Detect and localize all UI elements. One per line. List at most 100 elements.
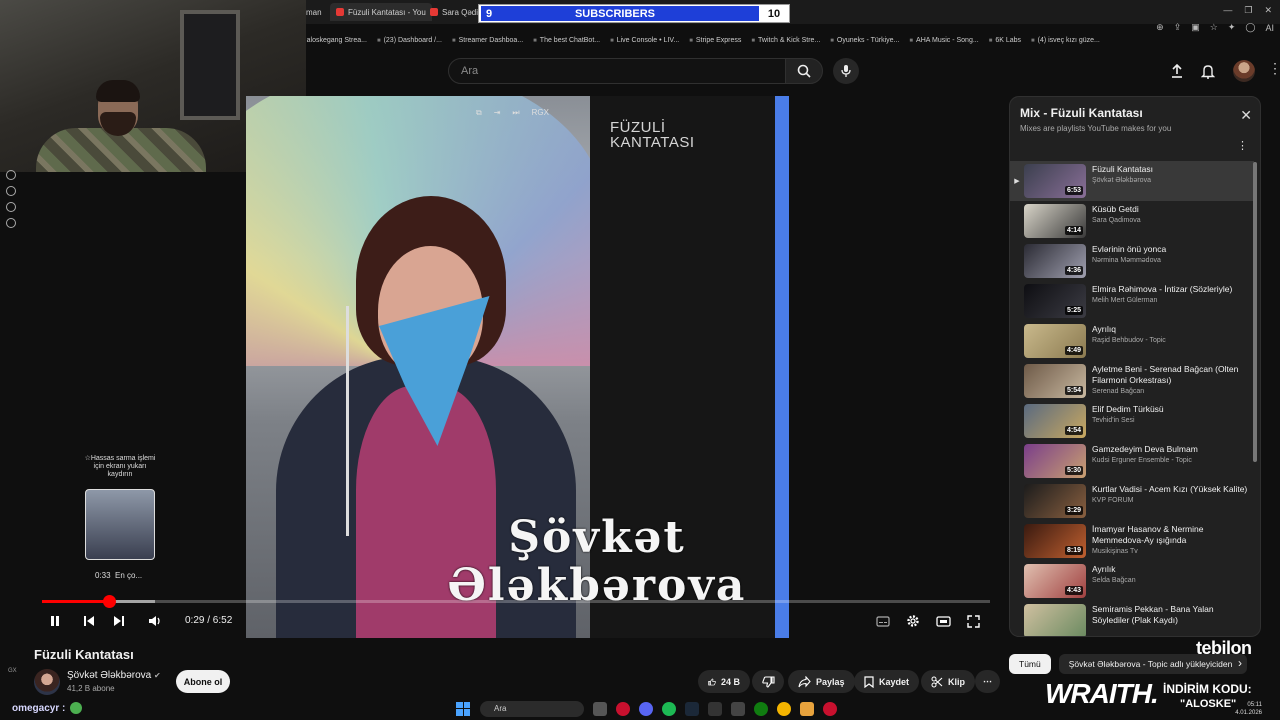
like-button[interactable]: 24 B [698,670,750,693]
playlist-menu-icon[interactable]: ⋮ [1237,139,1248,152]
zoom-icon[interactable]: ⊕ [1156,22,1164,33]
playlist-item[interactable]: 5:54 Ayletme Beni - Serenad Bağcan (Olten… [1010,361,1254,401]
task-view-icon[interactable] [593,701,607,716]
discord-icon[interactable] [639,701,653,716]
video-player[interactable]: FÜZULİ KANTATASI Şövkət Ələkbərova ⧉ ⇥ ⏭… [246,96,789,638]
opera-gx-icon[interactable] [616,701,630,716]
playlist-item[interactable]: 5:30 Gamzedeyim Deva Bulmam Kudsi Erguner … [1010,441,1254,481]
scrubber-handle[interactable] [103,595,116,608]
windows-start-icon[interactable] [456,701,470,716]
playlist-item[interactable]: 3:29 Kurtlar Vadisi - Acem Kızı (Yüksek K… [1010,481,1254,521]
bookmark-item[interactable]: 6K Labs [989,37,1021,51]
clip-button[interactable]: Klip [921,670,975,693]
upload-button[interactable] [1168,62,1186,80]
exit-icon[interactable]: ⇥ [494,108,501,118]
minimize-icon[interactable]: — [1223,5,1232,16]
subtitles-button[interactable] [873,612,893,630]
extensions-row: ⊕ ⇪ ▣ ☆ ✦ ◯ AI [1156,22,1274,33]
playlist-item[interactable]: 4:14 Küsüb Getdi Sara Qadimova [1010,201,1254,241]
voice-search-button[interactable] [833,58,859,84]
playlist-item[interactable]: Semiramis Pekkan - Bana Yalan Söylediler… [1010,601,1254,636]
playlist-item[interactable]: 4:49 Ayrılıq Raşid Behbudov - Topic [1010,321,1254,361]
bookmark-item[interactable]: (4) isveç kızı güze... [1031,37,1100,51]
pip-icon[interactable]: ⧉ [476,108,482,118]
volume-button[interactable] [145,612,165,630]
search-button[interactable] [785,58,823,84]
taskbar-search[interactable]: Ara [480,700,584,717]
bookmark-item[interactable]: The best ChatBot... [533,37,600,51]
dislike-button[interactable] [752,670,784,693]
playlist-title: Mix - Füzuli Kantatası [1020,106,1143,120]
save-label: Kaydet [879,676,910,687]
browser-tab-active[interactable]: Füzuli Kantatası - You [330,3,432,21]
restore-icon[interactable]: ❐ [1244,5,1252,16]
screenshot-icon[interactable]: ▣ [1191,22,1200,33]
next-button[interactable] [109,612,129,630]
spotify-icon[interactable] [662,701,676,716]
playlist-item[interactable]: ▶ 6:53 Füzuli Kantatası Şövkət Ələkbərova [1010,161,1254,201]
previous-button[interactable] [79,612,99,630]
account-avatar[interactable] [1233,60,1255,82]
close-icon[interactable]: ✕ [1240,107,1252,124]
bookmark-item[interactable]: Streamer Dashboa... [452,37,524,51]
settings-icon[interactable] [6,218,16,228]
playlist-thumbnail: 6:53 [1024,164,1086,198]
search-input[interactable]: Ara [448,58,786,84]
playlist-scrollbar[interactable] [1253,162,1257,462]
bookmark-item[interactable]: (23) Dashboard /... [377,37,442,51]
subscribe-button[interactable]: Abone ol [176,670,230,693]
gx-label: GX [8,668,17,674]
app-icon[interactable] [731,701,745,716]
bookmark-item[interactable]: Twitch & Kick Stre... [751,37,820,51]
settings-button[interactable] [903,612,923,630]
bookmark-star-icon[interactable]: ☆ [1210,22,1218,33]
bookmark-item[interactable]: Live Console • LIV... [610,37,680,51]
theater-mode-button[interactable] [933,612,953,630]
chrome-icon[interactable] [777,701,791,716]
chat-icon[interactable]: ◯ [1245,22,1255,33]
bookmark-item[interactable]: AHA Music - Song... [909,37,979,51]
seek-preview-thumbnail [85,489,155,560]
skip-icon[interactable]: ⏭ [512,108,519,118]
share-icon[interactable]: ⇪ [1174,22,1182,33]
channel-name[interactable]: Şövkət Ələkbərova ✔ [67,670,161,681]
pause-button[interactable] [45,612,65,630]
duration-badge: 4:49 [1064,346,1083,355]
progress-bar[interactable] [42,595,990,608]
playlist-item[interactable]: 8:19 İmamyar Hasanov & Nermine Memmedova-… [1010,521,1254,561]
steam-icon[interactable] [685,701,699,716]
extensions-icon[interactable]: ✦ [1228,22,1236,33]
playlist-item[interactable]: 5:25 Elmira Rəhimova - İntizar (Sözleriyl… [1010,281,1254,321]
rgx-label[interactable]: RGX [532,108,549,118]
fullscreen-button[interactable] [963,612,983,630]
bookmark-item[interactable]: aloskegang Strea... [300,37,367,51]
video-top-controls: ⧉ ⇥ ⏭ RGX [476,108,549,118]
playlist-thumbnail: 5:54 [1024,364,1086,398]
more-options-icon[interactable]: ⋮ [1268,60,1280,77]
browser-icon[interactable] [823,701,837,716]
player-icon[interactable] [6,170,16,180]
xbox-icon[interactable] [754,701,768,716]
share-button[interactable]: Paylaş [788,670,855,693]
messenger-icon[interactable] [6,202,16,212]
folder-icon[interactable] [800,701,814,716]
epic-games-icon[interactable] [708,701,722,716]
bookmark-item[interactable]: Oyuneks - Türkiye... [830,37,900,51]
save-button[interactable]: Kaydet [854,670,920,693]
playlist-item[interactable]: 4:36 Evlərinin önü yonca Nərmina Məmmədova [1010,241,1254,281]
counter-current: 9 [486,7,493,20]
seek-preview-time: 0:33 En ço... [95,571,143,580]
more-actions-button[interactable]: ⋯ [975,670,1000,693]
history-icon[interactable] [6,186,16,196]
playlist-item[interactable]: 4:54 Elif Dedim Türküsü Tevhid'in Sesi [1010,401,1254,441]
close-window-icon[interactable]: ✕ [1264,5,1272,16]
subtitles-icon [876,615,890,627]
playlist-item[interactable]: 4:43 Ayrılık Selda Bağcan [1010,561,1254,601]
channel-avatar[interactable] [34,669,60,695]
notifications-button[interactable] [1199,62,1217,80]
system-clock[interactable]: 05:11 4.01.2026 [1235,701,1262,717]
playlist-item-title: Ayletme Beni - Serenad Bağcan (Olten Fil… [1092,364,1239,385]
chip-all[interactable]: Tümü [1009,654,1051,674]
bookmark-item[interactable]: Stripe Express [689,37,742,51]
ai-button[interactable]: AI [1265,23,1274,33]
